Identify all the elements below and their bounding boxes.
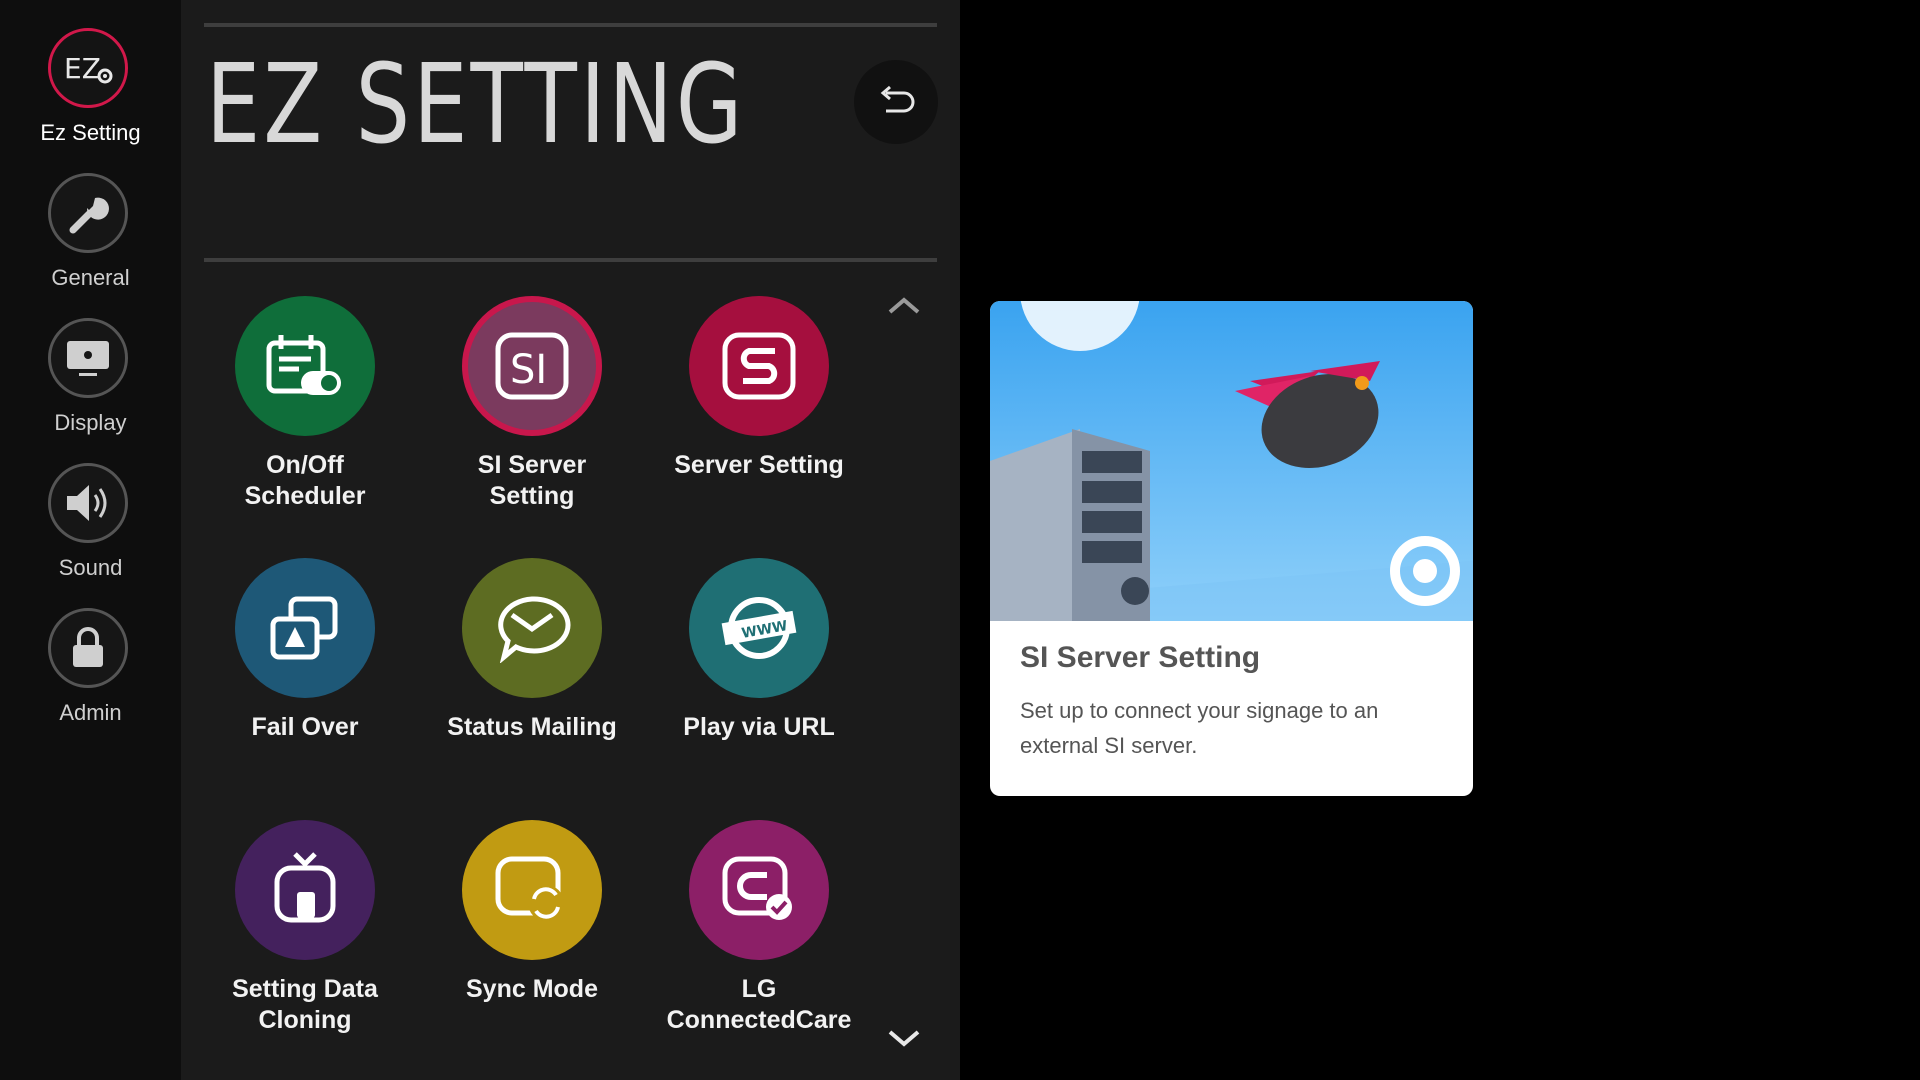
tile-label: LG ConnectedCare (666, 975, 852, 1034)
page-title: EZ SETTING (206, 40, 746, 168)
info-title: SI Server Setting (1020, 641, 1261, 674)
cloning-icon (235, 820, 375, 960)
sidebar-item-label: Admin (59, 700, 122, 725)
back-button[interactable] (854, 60, 938, 144)
tile-label: Server Setting (674, 451, 844, 479)
ez-setting-icon: EZ (48, 28, 128, 108)
sidebar: EZ Ez Setting General Display Sound Admi… (0, 0, 181, 1080)
display-icon (48, 318, 128, 398)
tile-label: Status Mailing (447, 713, 617, 741)
svg-text:SI: SI (510, 347, 547, 393)
wrench-icon (48, 173, 128, 253)
si-server-illustration (990, 301, 1473, 621)
tile-label: SI Server Setting (477, 451, 587, 510)
lock-icon (48, 608, 128, 688)
tile-label: On/Off Scheduler (244, 451, 366, 510)
tile-label: Setting Data Cloning (232, 975, 378, 1034)
server-setting-icon (689, 296, 829, 436)
mail-icon (462, 558, 602, 698)
si-server-icon: SI (462, 296, 602, 436)
sidebar-item-label: Display (54, 410, 127, 435)
tile-label: Fail Over (251, 713, 359, 741)
info-description: Set up to connect your signage to an ext… (1020, 698, 1379, 758)
scheduler-icon (235, 296, 375, 436)
sidebar-item-label: General (51, 265, 130, 290)
tile-label: Sync Mode (466, 975, 598, 1003)
connected-care-icon (689, 820, 829, 960)
sidebar-item-label: Ez Setting (40, 120, 141, 145)
info-card: SI Server Setting Set up to connect your… (990, 301, 1473, 796)
back-arrow-icon (880, 85, 915, 113)
top-divider (204, 23, 937, 27)
sidebar-item-label: Sound (58, 555, 123, 580)
scroll-up-icon[interactable] (886, 294, 922, 318)
fail-over-icon (235, 558, 375, 698)
sync-icon (462, 820, 602, 960)
scroll-down-icon[interactable] (886, 1026, 922, 1050)
www-icon: WWW (689, 558, 829, 698)
svg-text:EZ: EZ (64, 52, 101, 85)
tile-label: Play via URL (683, 713, 835, 741)
speaker-icon (48, 463, 128, 543)
header-divider (204, 258, 937, 262)
